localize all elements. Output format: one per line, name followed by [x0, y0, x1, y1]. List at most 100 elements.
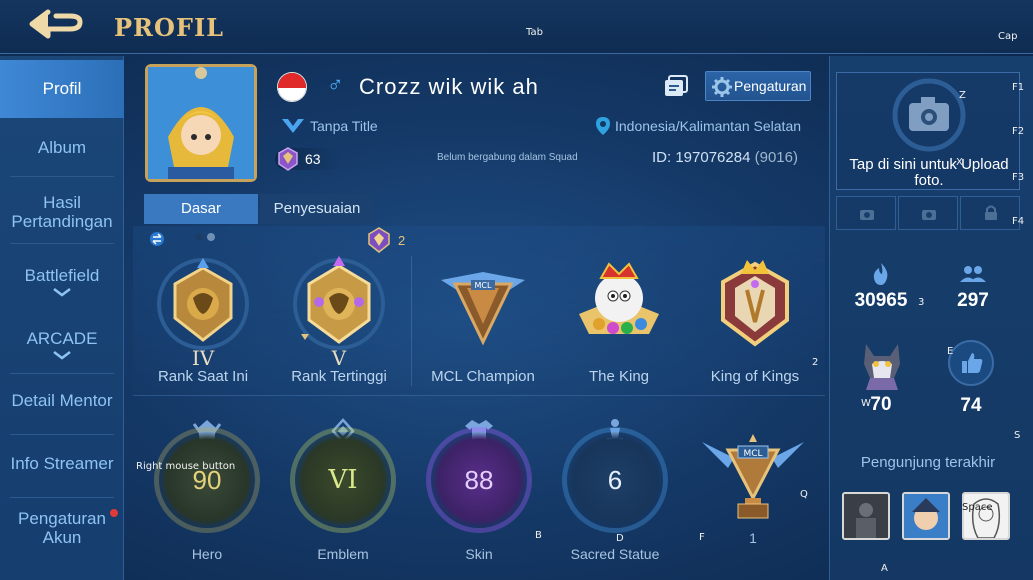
- back-button[interactable]: [26, 8, 90, 44]
- location-row[interactable]: Indonesia/Kalimantan Selatan: [596, 117, 801, 135]
- stat-value: VI: [328, 465, 358, 495]
- gender-male-icon: ♂: [327, 72, 344, 97]
- visitor-photo-icon: [844, 494, 888, 538]
- player-title: Tanpa Title: [310, 118, 378, 134]
- mcl-trophy-icon: MCL: [702, 434, 804, 519]
- season-crest-icon: [368, 227, 390, 253]
- rank-highest[interactable]: V Rank Tertinggi: [269, 254, 409, 385]
- thumbs-up-icon: [962, 353, 983, 373]
- settings-label: Pengaturan: [734, 78, 807, 94]
- like-button[interactable]: [948, 340, 994, 386]
- key-hint-2: 2: [812, 357, 819, 368]
- id-label: ID:: [652, 149, 672, 166]
- edit-profile-button[interactable]: [663, 74, 689, 103]
- rank-the-king[interactable]: The King: [549, 254, 689, 385]
- sidebar-item-label: Info Streamer: [10, 454, 114, 473]
- stat-value: 88: [464, 465, 494, 495]
- season-count: 2: [398, 233, 406, 248]
- emblem-level-ring: VI: [295, 432, 391, 528]
- svg-text:MCL: MCL: [475, 281, 492, 290]
- back-arrow-icon: [29, 9, 83, 39]
- rank-label: The King: [588, 368, 650, 385]
- avatar[interactable]: [145, 64, 257, 182]
- photo-slot-locked[interactable]: [960, 196, 1020, 230]
- upload-photo-button[interactable]: Tap di sini untuk Upload foto.: [836, 72, 1020, 190]
- chevron-down-icon: [53, 351, 71, 360]
- sidebar-item-info-streamer[interactable]: Info Streamer: [0, 454, 124, 473]
- player-id: 197076284: [675, 149, 751, 166]
- sidebar-item-pengaturan-akun[interactable]: Pengaturan Akun: [0, 509, 124, 547]
- visitor-avatar[interactable]: [842, 492, 890, 540]
- player-name[interactable]: Crozz wik wik ah: [359, 74, 539, 100]
- upload-text: Tap di sini untuk Upload foto.: [849, 156, 1009, 189]
- svg-text:MCL: MCL: [743, 449, 762, 459]
- pet-avatar[interactable]: [852, 334, 912, 394]
- photo-slot[interactable]: [898, 196, 958, 230]
- legend-rank-medal-icon: [293, 256, 385, 350]
- stat-label: 1: [749, 530, 757, 546]
- statue-count-ring: 6: [567, 432, 663, 528]
- the-king-badge-icon: [579, 262, 659, 334]
- stats-row: 90 Hero VI Emblem 88 Skin 6 Sacred Statu…: [133, 418, 825, 578]
- camera-icon: [860, 210, 874, 220]
- camera-icon: [892, 78, 966, 152]
- visitor-sketch-icon: [964, 494, 1008, 538]
- visitor-avatar[interactable]: [902, 492, 950, 540]
- player-title-row[interactable]: Tanpa Title: [282, 118, 378, 134]
- stat-hero[interactable]: 90 Hero: [143, 418, 271, 562]
- wolf-pet-icon: [864, 344, 900, 390]
- sidebar-item-battlefield[interactable]: Battlefield: [0, 266, 124, 297]
- rank-mcl-champion[interactable]: MCL MCL Champion: [413, 254, 553, 385]
- stat-emblem[interactable]: VI Emblem: [279, 418, 407, 562]
- tab-dasar[interactable]: Dasar: [144, 194, 258, 224]
- recent-visitors-title: Pengunjung terakhir: [860, 454, 996, 471]
- popularity-value: 30965: [854, 290, 908, 311]
- visitor-avatar[interactable]: [962, 492, 1010, 540]
- stat-label: Skin: [465, 546, 493, 562]
- server-id: (9016): [754, 149, 798, 166]
- tab-label: Dasar: [180, 200, 221, 217]
- sidebar-item-label: ARCADE: [26, 329, 98, 348]
- rank-label: Rank Saat Ini: [157, 368, 249, 385]
- country-flag-icon: [277, 72, 307, 102]
- card-edit-icon: [665, 75, 688, 96]
- key-hint-f1: F1: [1012, 82, 1025, 93]
- sidebar-item-arcade[interactable]: ARCADE: [0, 329, 124, 360]
- flame-icon: [873, 263, 888, 285]
- sidebar-item-profil[interactable]: Profil: [0, 60, 124, 118]
- top-bar: PROFIL Tab Cap: [0, 0, 1033, 54]
- player-id-row: ID: 197076284 (9016): [652, 149, 798, 166]
- rank-current[interactable]: IV Rank Saat Ini: [133, 254, 273, 385]
- sidebar-item-hasil-pertandingan[interactable]: Hasil Pertandingan: [0, 193, 124, 231]
- sidebar-item-detail-mentor[interactable]: Detail Mentor: [0, 391, 124, 410]
- stat-mcl-trophy[interactable]: MCL 1: [689, 418, 817, 546]
- sidebar-item-album[interactable]: Album: [0, 138, 124, 157]
- page-title: PROFIL: [114, 13, 225, 42]
- skin-count-ring: 88: [431, 432, 527, 528]
- key-hint-w: W: [861, 398, 871, 409]
- sidebar-divider: [10, 434, 114, 435]
- key-hint-z: Z: [959, 90, 966, 101]
- key-hint-space: Space: [962, 502, 993, 513]
- location-pin-icon: [596, 117, 610, 135]
- stat-value: 90: [192, 465, 222, 495]
- settings-button[interactable]: Pengaturan: [705, 71, 811, 101]
- gear-icon: [712, 77, 732, 97]
- hero-count-ring: 90: [159, 432, 255, 528]
- swap-icon[interactable]: [150, 232, 164, 246]
- photo-slot[interactable]: [836, 196, 896, 230]
- pet-level: 70: [870, 394, 892, 415]
- page-dot: [195, 233, 203, 241]
- stat-value: 6: [607, 465, 623, 495]
- key-hint-cap: Cap: [998, 31, 1018, 42]
- stat-sacred-statue[interactable]: 6 Sacred Statue: [551, 418, 679, 562]
- rank-label: MCL Champion: [431, 368, 535, 385]
- rank-divider: [411, 256, 412, 386]
- level-crest-icon: [278, 147, 298, 171]
- sidebar-item-label: Profil: [42, 79, 82, 98]
- key-hint-f4: F4: [1012, 216, 1025, 227]
- stat-skin[interactable]: 88 Skin: [415, 418, 543, 562]
- sidebar-item-label: Album: [37, 138, 87, 157]
- rank-king-of-kings[interactable]: King of Kings: [685, 254, 825, 385]
- tab-penyesuaian[interactable]: Penyesuaian: [260, 194, 374, 224]
